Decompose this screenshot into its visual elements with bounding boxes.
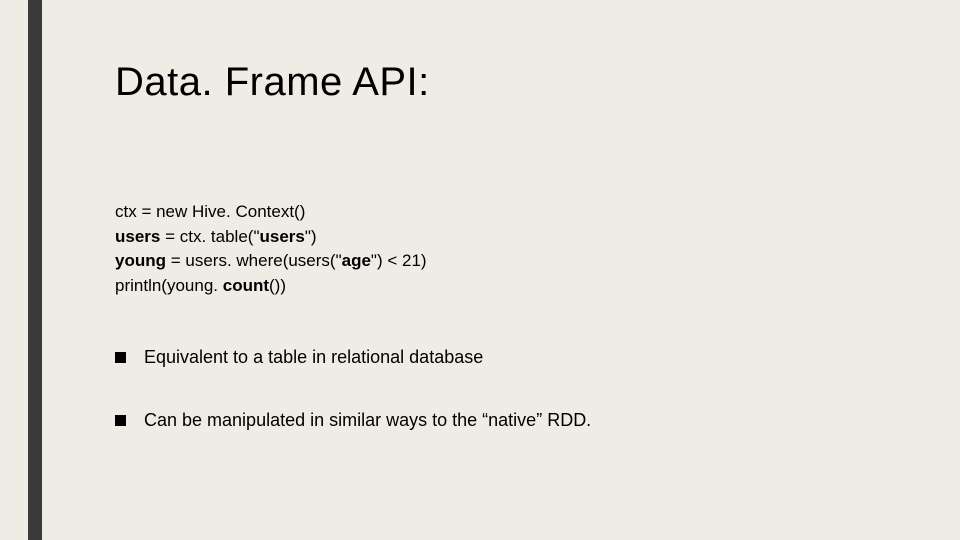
slide-content: Data. Frame API: ctx = new Hive. Context…	[115, 60, 900, 473]
accent-sidebar	[28, 0, 42, 540]
code-text: = users. where(users("	[166, 251, 342, 270]
code-line-4: println(young. count())	[115, 274, 900, 299]
code-text: ")	[305, 227, 317, 246]
bullet-item: Equivalent to a table in relational data…	[115, 347, 900, 368]
square-bullet-icon	[115, 352, 126, 363]
square-bullet-icon	[115, 415, 126, 426]
bullet-text: Equivalent to a table in relational data…	[144, 347, 483, 368]
code-bold: users	[115, 227, 160, 246]
bullet-item: Can be manipulated in similar ways to th…	[115, 410, 900, 431]
code-bold: users	[259, 227, 304, 246]
code-text: println(young.	[115, 276, 223, 295]
code-line-1: ctx = new Hive. Context()	[115, 200, 900, 225]
code-bold: age	[342, 251, 371, 270]
code-text: = ctx. table("	[160, 227, 259, 246]
code-text: ())	[269, 276, 286, 295]
bullet-text: Can be manipulated in similar ways to th…	[144, 410, 591, 431]
code-text: ") < 21)	[371, 251, 427, 270]
slide-title: Data. Frame API:	[115, 60, 900, 105]
code-bold: count	[223, 276, 269, 295]
code-line-3: young = users. where(users("age") < 21)	[115, 249, 900, 274]
code-line-2: users = ctx. table("users")	[115, 225, 900, 250]
bullet-list: Equivalent to a table in relational data…	[115, 347, 900, 431]
code-bold: young	[115, 251, 166, 270]
code-block: ctx = new Hive. Context() users = ctx. t…	[115, 200, 900, 299]
